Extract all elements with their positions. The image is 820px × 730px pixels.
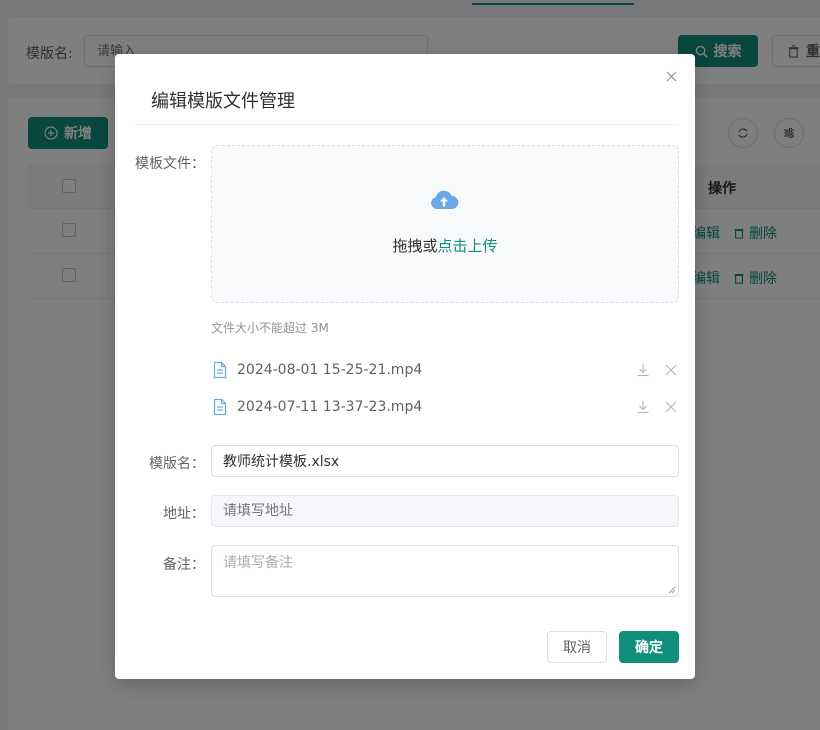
uploaded-file-name: 2024-08-01 15-25-21.mp4 — [237, 362, 423, 378]
cancel-button[interactable]: 取消 — [547, 631, 607, 663]
upload-text: 拖拽或点击上传 — [212, 235, 678, 256]
document-icon — [213, 398, 227, 416]
close-icon — [665, 401, 677, 413]
click-to-upload-link[interactable]: 点击上传 — [438, 237, 498, 255]
address-field-label: 地址： — [163, 506, 205, 522]
remark-textarea[interactable]: 请填写备注 — [211, 545, 679, 597]
dialog-title: 编辑模版文件管理 — [151, 91, 295, 112]
download-file-button[interactable] — [635, 399, 651, 415]
remark-placeholder: 请填写备注 — [223, 555, 293, 571]
template-file-label: 模板文件： — [135, 156, 205, 172]
document-icon — [213, 361, 227, 379]
template-name-field-label: 模版名： — [149, 456, 205, 472]
dialog-header-divider — [135, 124, 679, 125]
edit-template-dialog: 编辑模版文件管理 模板文件： 拖拽或点击上传 文件大小不能超过 3M 2024-… — [115, 54, 695, 679]
remove-file-button[interactable] — [663, 399, 679, 415]
cloud-upload-icon — [431, 190, 459, 209]
confirm-button[interactable]: 确定 — [619, 631, 679, 663]
download-icon — [637, 401, 649, 414]
close-icon — [666, 71, 676, 81]
download-icon — [637, 364, 649, 377]
resize-handle-icon[interactable] — [668, 586, 676, 594]
close-icon — [665, 364, 677, 376]
upload-text-prefix: 拖拽或 — [392, 237, 438, 255]
uploaded-file-item[interactable]: 2024-07-11 13-37-23.mp4 — [211, 394, 679, 420]
address-input — [211, 495, 679, 527]
template-name-input[interactable] — [211, 445, 679, 477]
remark-field-label: 备注： — [163, 557, 205, 573]
upload-dropzone[interactable]: 拖拽或点击上传 — [211, 145, 679, 303]
uploaded-file-item[interactable]: 2024-08-01 15-25-21.mp4 — [211, 357, 679, 383]
dialog-close-button[interactable] — [663, 68, 679, 84]
remove-file-button[interactable] — [663, 362, 679, 378]
uploaded-file-name: 2024-07-11 13-37-23.mp4 — [237, 399, 423, 415]
download-file-button[interactable] — [635, 362, 651, 378]
upload-size-tip: 文件大小不能超过 3M — [211, 321, 329, 335]
